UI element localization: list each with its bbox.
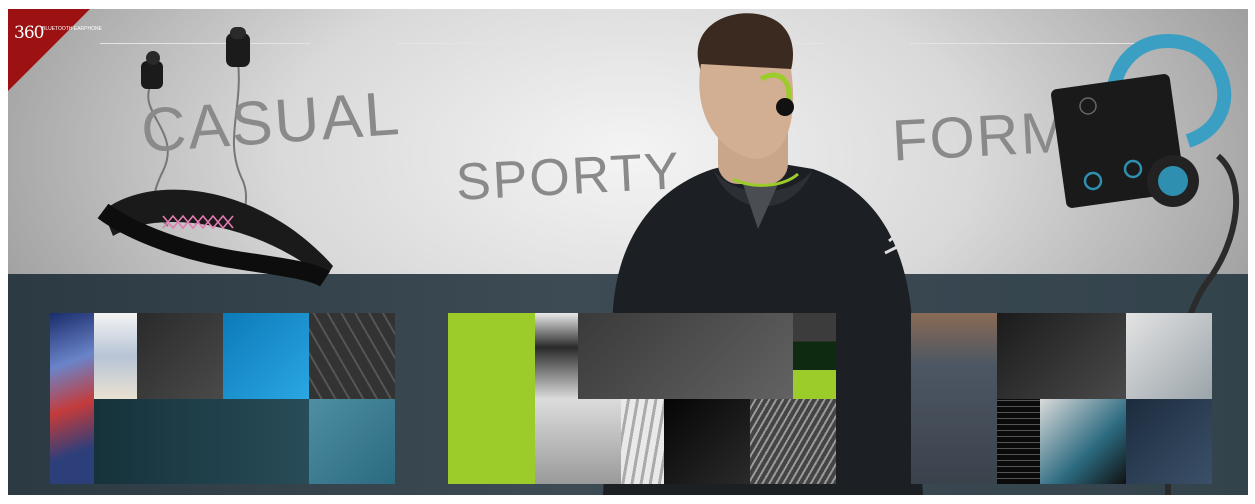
formal-tile-device — [1040, 399, 1126, 484]
sporty-tile-dark-band — [664, 399, 750, 484]
formal-tile-hex — [1126, 399, 1212, 484]
logo-number: 360 — [14, 23, 44, 43]
mood-board: 360 BLUETOOTH EARPHONE CASUAL SPORTY FOR… — [8, 9, 1248, 495]
casual-tile-texture — [309, 313, 395, 399]
sporty-tile-waves — [621, 399, 664, 484]
sporty-tile-neckband — [578, 313, 793, 399]
casual-tile-model — [94, 313, 137, 399]
casual-tile-earbuds — [94, 399, 309, 484]
brand-logo: 360 BLUETOOTH EARPHONE — [14, 23, 104, 47]
sporty-tile-green-hook — [448, 313, 535, 484]
formal-tile-earhook — [997, 313, 1126, 399]
casual-tile-neckband — [137, 313, 223, 399]
corner-ribbon — [8, 9, 90, 91]
casual-tile-blue — [223, 313, 309, 399]
sporty-tile-lines — [750, 399, 836, 484]
casual-tile-band-teal — [309, 399, 395, 484]
formal-tile-stripes — [997, 399, 1040, 484]
casual-tile-fabric — [50, 313, 94, 484]
formal-tile-blue-hook — [1126, 313, 1212, 399]
formal-tile-suit — [911, 313, 997, 484]
sporty-tile-swatches — [793, 313, 836, 399]
sporty-tile-runner — [535, 313, 578, 399]
sporty-tile-band-grey — [535, 399, 621, 484]
casual-neckband-earphone — [97, 27, 333, 287]
